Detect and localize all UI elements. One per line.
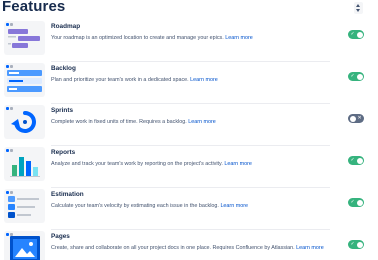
pages-icon <box>4 231 45 260</box>
learn-more-link[interactable]: Learn more <box>224 161 252 167</box>
learn-more-link[interactable]: Learn more <box>296 245 324 251</box>
estimation-icon <box>4 189 45 223</box>
sprints-icon <box>4 105 45 139</box>
feature-description: Complete work in fixed units of time. Re… <box>51 119 216 125</box>
divider <box>51 61 330 62</box>
feature-description: Your roadmap is an optimized location to… <box>51 35 253 41</box>
check-icon: ✓ <box>350 157 355 163</box>
sprints-toggle[interactable]: ✕ <box>348 114 364 123</box>
feature-description: Calculate your team's velocity by estima… <box>51 203 249 209</box>
close-icon: ✕ <box>357 115 362 121</box>
feature-name: Reports <box>51 149 76 156</box>
reports-toggle[interactable]: ✓ <box>348 156 364 165</box>
check-icon: ✓ <box>350 241 355 247</box>
feature-row-roadmap: Roadmap Your roadmap is an optimized loc… <box>0 21 378 63</box>
learn-more-link[interactable]: Learn more <box>188 119 216 125</box>
reports-icon <box>4 147 45 181</box>
divider <box>51 103 330 104</box>
divider <box>51 145 330 146</box>
backlog-icon <box>4 63 45 97</box>
estimation-toggle[interactable]: ✓ <box>348 198 364 207</box>
check-icon: ✓ <box>350 31 355 37</box>
feature-name: Roadmap <box>51 23 81 30</box>
header: Features <box>0 0 378 20</box>
backlog-toggle[interactable]: ✓ <box>348 72 364 81</box>
feature-row-pages: Pages Create, share and collaborate on a… <box>0 231 378 260</box>
feature-row-backlog: Backlog Plan and prioritize your team's … <box>0 63 378 105</box>
learn-more-link[interactable]: Learn more <box>225 35 253 41</box>
feature-description: Plan and prioritize your team's work in … <box>51 77 218 83</box>
feature-description: Analyze and track your team's work by re… <box>51 161 252 167</box>
learn-more-link[interactable]: Learn more <box>220 203 248 209</box>
divider <box>51 229 330 230</box>
check-icon: ✓ <box>350 73 355 79</box>
check-icon: ✓ <box>350 199 355 205</box>
page-title: Features <box>2 0 66 15</box>
feature-row-estimation: Estimation Calculate your team's velocit… <box>0 189 378 231</box>
feature-name: Sprints <box>51 107 74 114</box>
roadmap-toggle[interactable]: ✓ <box>348 30 364 39</box>
feature-name: Estimation <box>51 191 84 198</box>
learn-more-link[interactable]: Learn more <box>190 77 218 83</box>
divider <box>51 187 330 188</box>
roadmap-icon <box>4 21 45 55</box>
scroll-arrows-icon[interactable] <box>354 2 363 14</box>
feature-name: Backlog <box>51 65 76 72</box>
feature-name: Pages <box>51 233 70 240</box>
feature-row-sprints: Sprints Complete work in fixed units of … <box>0 105 378 147</box>
feature-description: Create, share and collaborate on all you… <box>51 245 324 251</box>
pages-toggle[interactable]: ✓ <box>348 240 364 249</box>
feature-row-reports: Reports Analyze and track your team's wo… <box>0 147 378 189</box>
